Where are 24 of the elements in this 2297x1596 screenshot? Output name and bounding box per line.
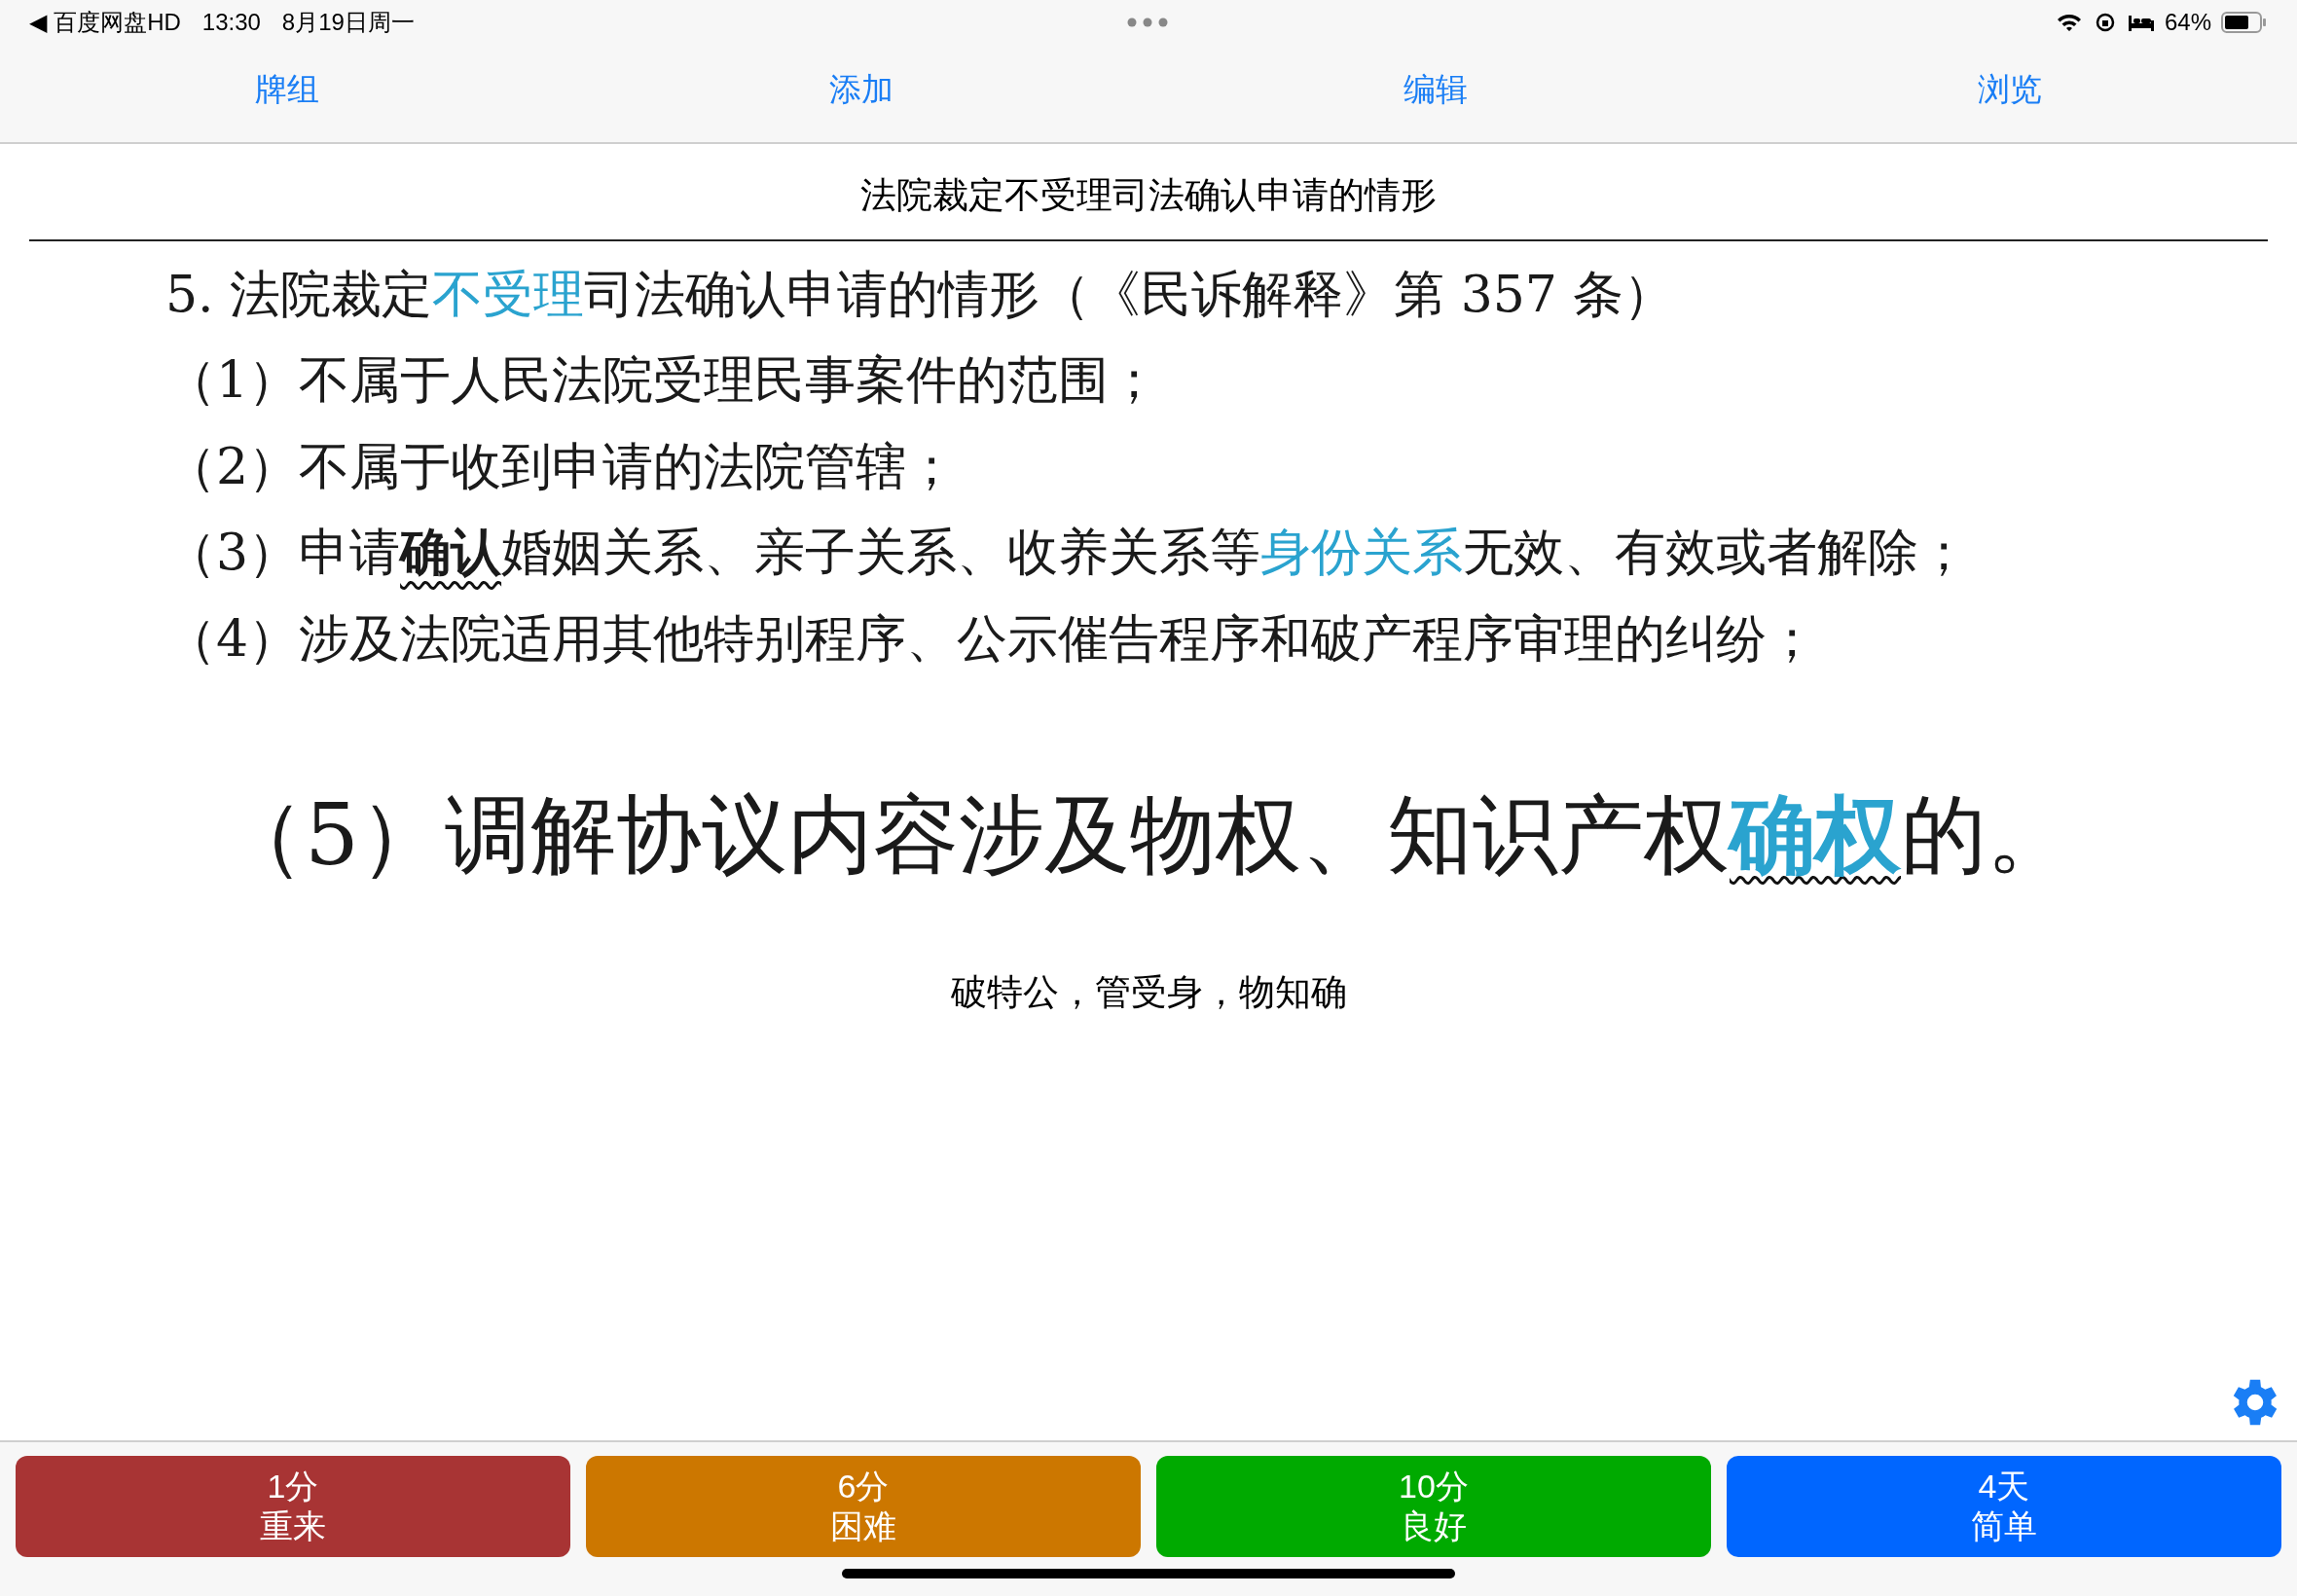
note-line: （4）涉及法院适用其他特别程序、公示催告程序和破产程序审理的纠纷； <box>165 607 1819 670</box>
multitasking-dots-icon[interactable] <box>1127 18 1168 27</box>
bed-icon <box>2127 13 2155 32</box>
answer-button[interactable]: 1分 重来 <box>16 1456 570 1557</box>
card-answer: 破特公，管受身，物知确 <box>949 971 1348 1015</box>
nav-tab[interactable]: 浏览 <box>1966 61 2054 118</box>
orientation-lock-icon <box>2094 12 2116 33</box>
nav-tab[interactable]: 添加 <box>818 61 905 118</box>
note-line: （2）不属于收到申请的法院管辖； <box>165 435 959 497</box>
answer-button[interactable]: 6分 困难 <box>586 1456 1141 1557</box>
note-line: （1）不属于人民法院受理民事案件的范围； <box>165 349 1161 412</box>
note-line: （5）调解协议内容涉及物权、知识产权确权的。 <box>219 781 2073 887</box>
status-time: 13:30 <box>201 9 261 36</box>
note-line: 5. 法院裁定不受理司法确认申请的情形（《民诉解释》第 357 条） <box>165 264 1676 325</box>
answer-button[interactable]: 10分 良好 <box>1156 1456 1711 1557</box>
battery-percent: 64% <box>2164 9 2211 36</box>
nav-tab[interactable]: 编辑 <box>1392 61 1479 118</box>
note-line: （3）申请确认婚姻关系、亲子关系、收养关系等身份关系无效、有效或者解除； <box>165 521 1971 584</box>
battery-icon <box>2221 12 2268 33</box>
answer-button[interactable]: 4天 简单 <box>1727 1456 2281 1557</box>
status-date: 8月19日周一 <box>281 8 415 37</box>
back-to-app-link[interactable]: ◀ 百度网盘HD <box>29 7 181 38</box>
card-title: 法院裁定不受理司法确认申请的情形 <box>859 174 1438 217</box>
nav-tab[interactable]: 牌组 <box>243 61 331 118</box>
